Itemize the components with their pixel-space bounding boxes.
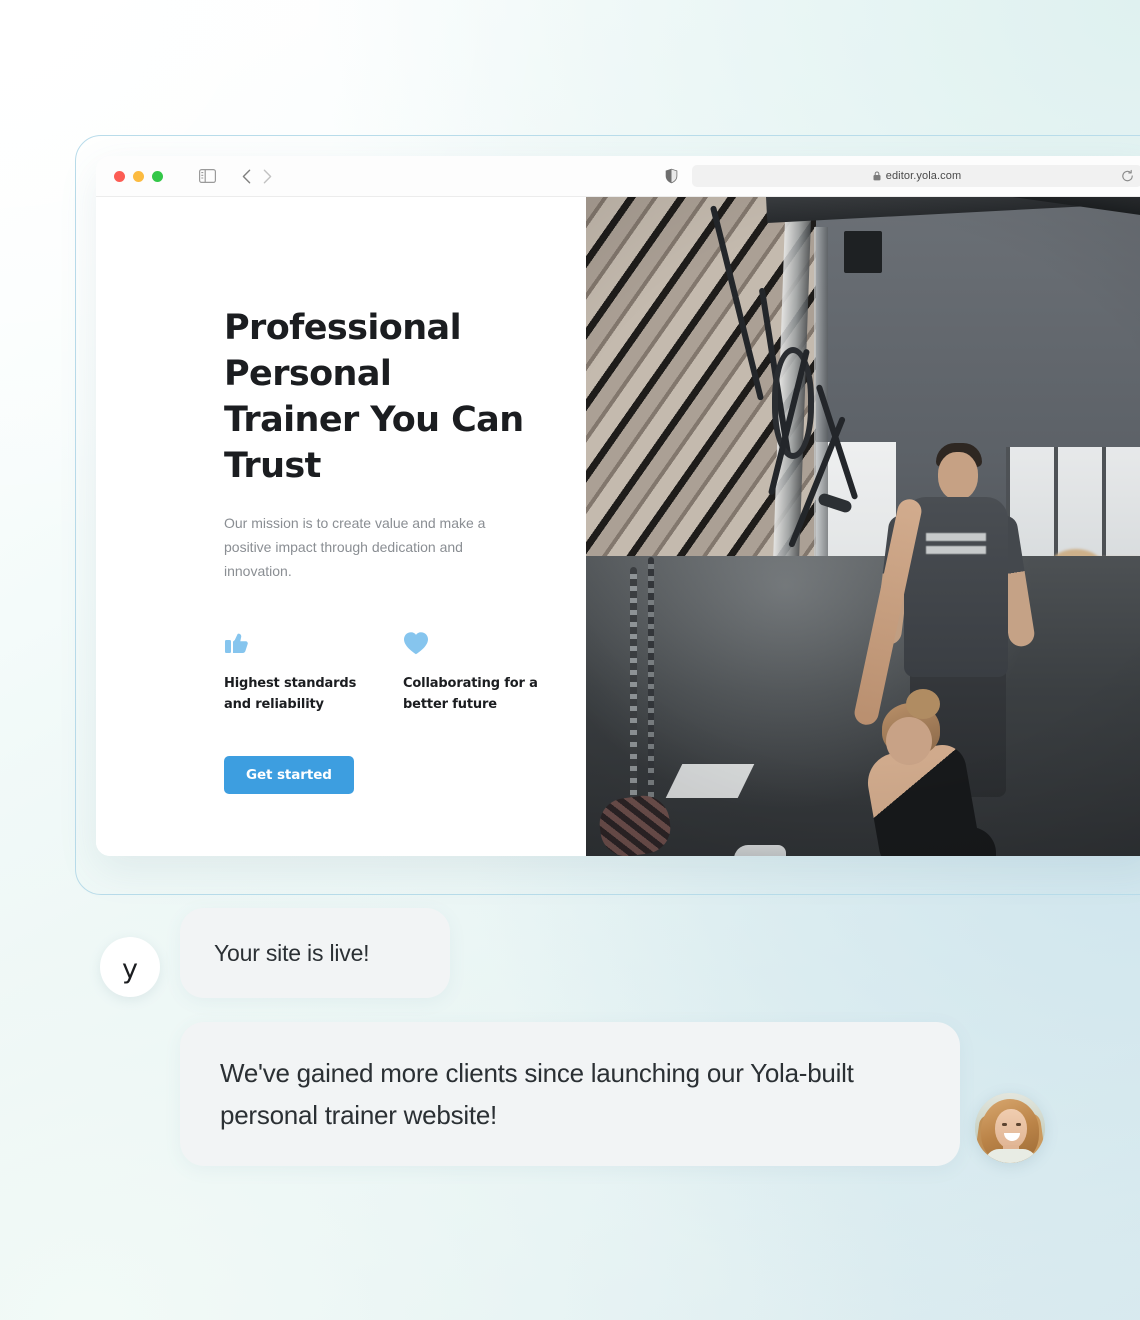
feature-list: Highest standards and reliability Collab… xyxy=(224,625,586,715)
feature-item: Collaborating for a better future xyxy=(403,625,543,715)
close-button[interactable] xyxy=(114,170,125,182)
maximize-button[interactable] xyxy=(152,170,163,182)
chevron-left-icon[interactable] xyxy=(242,169,251,184)
lock-icon xyxy=(873,171,881,181)
sidebar-icon[interactable] xyxy=(199,169,216,183)
hero-photo xyxy=(586,197,1140,856)
address-bar[interactable]: editor.yola.com xyxy=(692,165,1140,187)
chevron-right-icon[interactable] xyxy=(263,169,272,184)
navigation-buttons xyxy=(242,169,272,184)
heart-icon xyxy=(403,625,543,655)
chat-message-text: Your site is live! xyxy=(214,939,370,966)
chat-bubble-testimonial: We've gained more clients since launchin… xyxy=(180,1022,960,1166)
brand-avatar: y xyxy=(100,937,160,997)
thumbs-up-icon xyxy=(224,625,364,655)
reload-icon[interactable] xyxy=(1121,169,1134,183)
feature-label: Collaborating for a better future xyxy=(403,676,538,712)
chat-bubble-status: Your site is live! xyxy=(180,908,450,998)
client-avatar xyxy=(975,1093,1045,1163)
window-controls xyxy=(114,170,163,182)
browser-toolbar: editor.yola.com xyxy=(96,156,1140,197)
hero-subtitle: Our mission is to create value and make … xyxy=(224,515,486,579)
privacy-shield-icon[interactable] xyxy=(665,168,678,184)
minimize-button[interactable] xyxy=(133,170,144,182)
brand-avatar-letter: y xyxy=(122,953,138,985)
url-text: editor.yola.com xyxy=(885,170,962,182)
feature-label: Highest standards and reliability xyxy=(224,676,357,712)
page-title: Professional Personal Trainer You Can Tr… xyxy=(224,308,524,486)
browser-window: editor.yola.com Professional Personal Tr… xyxy=(96,156,1140,856)
chat-message-text: We've gained more clients since launchin… xyxy=(220,1058,854,1130)
feature-item: Highest standards and reliability xyxy=(224,625,364,715)
hero-section: Professional Personal Trainer You Can Tr… xyxy=(96,197,586,856)
get-started-button[interactable]: Get started xyxy=(224,756,354,794)
site-preview: Professional Personal Trainer You Can Tr… xyxy=(96,197,1140,856)
